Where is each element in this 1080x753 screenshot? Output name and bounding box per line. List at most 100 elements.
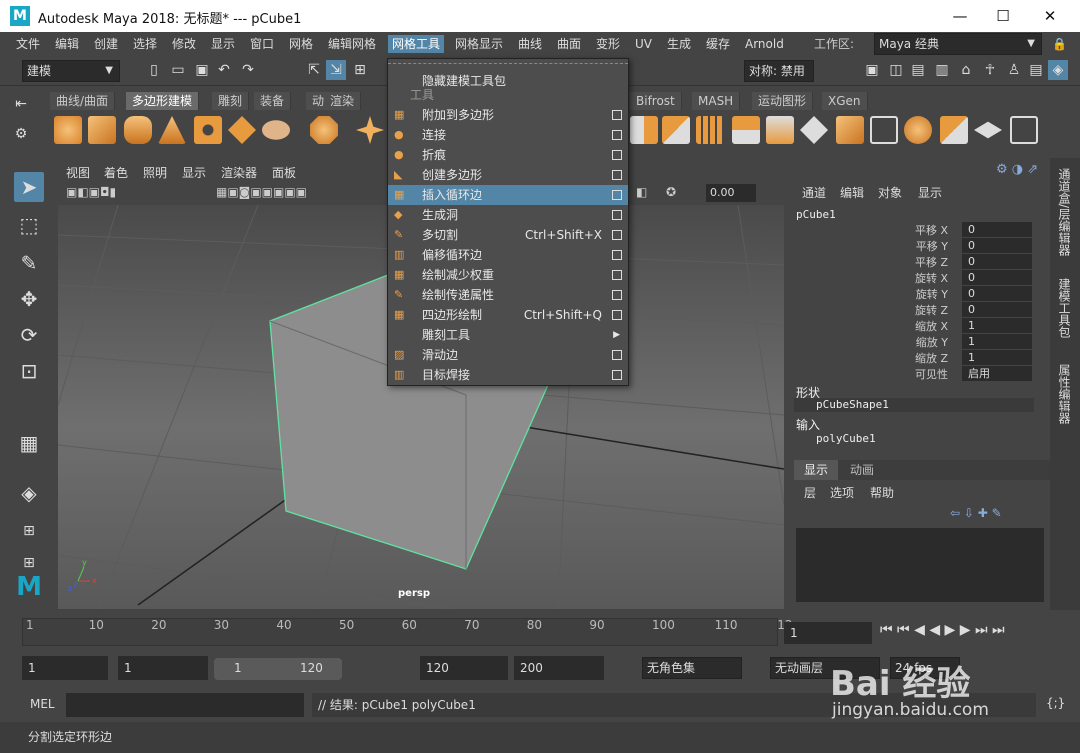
cb-shape-node[interactable]: pCubeShape1 (794, 398, 1034, 412)
vp-menu-renderer[interactable]: 渲染器 (221, 164, 257, 181)
exposure-field[interactable]: 0.00 (706, 184, 756, 202)
option-box-icon[interactable] (612, 190, 622, 200)
layout-grid-icon[interactable]: ⊞ (14, 516, 44, 546)
camera-attrs-icon[interactable]: ▣◧▣◘▮ (66, 185, 116, 199)
menu-deform[interactable]: 变形 (596, 35, 620, 53)
menu-select[interactable]: 选择 (133, 35, 157, 53)
cb-attribute-value[interactable]: 0 (962, 270, 1032, 285)
cb-attribute-row[interactable]: 旋转 Z 0 (790, 302, 1038, 318)
menu-item-10[interactable]: ▦ 四边形绘制 Ctrl+Shift+Q (388, 305, 628, 325)
bridge-icon[interactable] (870, 116, 898, 144)
menu-create[interactable]: 创建 (94, 35, 118, 53)
close-button[interactable]: ✕ (1040, 6, 1060, 26)
menu-item-6[interactable]: ✎ 多切割 Ctrl+Shift+X (388, 225, 628, 245)
menu-item-8[interactable]: ▦ 绘制减少权重 (388, 265, 628, 285)
range-bar[interactable]: 1 120 (214, 658, 342, 680)
script-editor-icon[interactable]: {;} (1046, 696, 1065, 710)
menu-display[interactable]: 显示 (211, 35, 235, 53)
hypershade-icon[interactable]: ⌂ (956, 60, 976, 80)
menu-item-5[interactable]: ◆ 生成洞 (388, 205, 628, 225)
shelf-tab-render[interactable]: 渲染 (324, 92, 362, 110)
cb-attribute-row[interactable]: 旋转 Y 0 (790, 286, 1038, 302)
cb-menu-edit[interactable]: 编辑 (840, 184, 864, 201)
vp-menu-show[interactable]: 显示 (182, 164, 206, 181)
cb-attribute-row[interactable]: 可见性 启用 (790, 366, 1038, 382)
tear-off-handle[interactable] (388, 63, 628, 66)
layer-menu-help[interactable]: 帮助 (870, 484, 894, 501)
cb-attribute-value[interactable]: 0 (962, 254, 1032, 269)
cb-input-node[interactable]: polyCube1 (816, 432, 876, 445)
vp-menu-panels[interactable]: 面板 (272, 164, 296, 181)
side-tab-channelbox[interactable]: 通道盒/层编辑器 (1056, 168, 1073, 256)
poly-cylinder-icon[interactable] (124, 116, 152, 144)
option-box-icon[interactable] (612, 290, 622, 300)
save-scene-icon[interactable]: ▣ (192, 60, 212, 80)
playback-end-field[interactable]: 120 (420, 656, 508, 680)
option-box-icon[interactable] (612, 310, 622, 320)
anim-end-field[interactable]: 200 (514, 656, 604, 680)
layer-buttons-icon[interactable]: ⇦ ⇩ ✚ ✎ (950, 506, 1002, 520)
poly-sphere-icon[interactable] (54, 116, 82, 144)
render-frame-icon[interactable]: ◫ (886, 60, 906, 80)
menu-window[interactable]: 窗口 (250, 35, 274, 53)
redo-icon[interactable]: ↷ (238, 60, 258, 80)
vp-menu-lighting[interactable]: 照明 (143, 164, 167, 181)
option-box-icon[interactable] (612, 230, 622, 240)
option-box-icon[interactable] (612, 270, 622, 280)
cb-attribute-row[interactable]: 平移 Z 0 (790, 254, 1038, 270)
center-pivot-icon[interactable] (1010, 116, 1038, 144)
menu-surfaces[interactable]: 曲面 (557, 35, 581, 53)
cb-attribute-value[interactable]: 1 (962, 334, 1032, 349)
symmetry-dropdown[interactable]: 对称: 禁用 (744, 60, 814, 82)
menu-item-12[interactable]: ▨ 滑动边 (388, 345, 628, 365)
layer-tab-anim[interactable]: 动画 (840, 460, 884, 480)
maximize-button[interactable]: ☐ (993, 6, 1013, 26)
cb-menu-channels[interactable]: 通道 (802, 184, 826, 201)
layer-tab-display[interactable]: 显示 (794, 460, 838, 480)
exposure-icon[interactable]: ◧ (636, 185, 647, 199)
open-scene-icon[interactable]: ▭ (168, 60, 188, 80)
menu-mesh[interactable]: 网格 (289, 35, 313, 53)
cb-attribute-value[interactable]: 1 (962, 350, 1032, 365)
layout-four-icon[interactable]: ◈ (14, 478, 44, 508)
combine-icon[interactable] (630, 116, 658, 144)
menu-arnold[interactable]: Arnold (745, 35, 784, 53)
shelf-tab-rig[interactable]: 装备 (254, 92, 292, 110)
cb-attribute-value[interactable]: 0 (962, 302, 1032, 317)
mirror-icon[interactable] (766, 116, 794, 144)
current-frame-field[interactable]: 1 (784, 622, 872, 644)
attribute-editor-icon[interactable]: ▤ (1026, 60, 1046, 80)
paint-select-icon[interactable]: ✎ (14, 248, 44, 278)
command-language[interactable]: MEL (30, 697, 55, 711)
boolean-icon[interactable] (732, 116, 760, 144)
option-box-icon[interactable] (612, 350, 622, 360)
vp-menu-shading[interactable]: 着色 (104, 164, 128, 181)
select-tool-icon[interactable]: ➤ (14, 172, 44, 202)
option-box-icon[interactable] (612, 130, 622, 140)
gamma-icon[interactable]: ✪ (666, 185, 676, 199)
channel-box-tools-icon[interactable]: ⚙ ◑ ⇗ (996, 162, 1038, 177)
time-slider[interactable]: 110203040506070809010011012 1 ⏮ ⏮ ◀ ◀ ▶ … (0, 614, 1080, 650)
menu-file[interactable]: 文件 (16, 35, 40, 53)
ipr-render-icon[interactable]: ▤ (908, 60, 928, 80)
menu-item-3[interactable]: ◣ 创建多边形 (388, 165, 628, 185)
playback-controls-icon[interactable]: ⏮ ⏮ ◀ ◀ ▶ ▶ ⏭ ⏭ (880, 622, 1005, 638)
menu-item-7[interactable]: ▥ 偏移循环边 (388, 245, 628, 265)
poke-icon[interactable] (904, 116, 932, 144)
shelf-tab-poly[interactable]: 多边形建模 (126, 92, 200, 110)
shelf-settings-gear-icon[interactable]: ⇤ ⚙ (4, 90, 38, 150)
select-by-hierarchy-icon[interactable]: ⇱ (304, 60, 324, 80)
move-tool-icon[interactable]: ✥ (14, 284, 44, 314)
command-input[interactable] (66, 693, 304, 717)
layer-menu-layers[interactable]: 层 (804, 484, 816, 501)
cb-attribute-row[interactable]: 缩放 Z 1 (790, 350, 1038, 366)
menu-item-9[interactable]: ✎ 绘制传递属性 (388, 285, 628, 305)
menu-generate[interactable]: 生成 (667, 35, 691, 53)
cb-menu-show[interactable]: 显示 (918, 184, 942, 201)
smooth-icon[interactable] (696, 116, 724, 144)
menu-item-11[interactable]: 雕刻工具 ▶ (388, 325, 628, 345)
character-set-dropdown[interactable]: 无角色集 (642, 657, 742, 679)
menu-edit[interactable]: 编辑 (55, 35, 79, 53)
wedge-icon[interactable] (940, 116, 968, 144)
option-box-icon[interactable] (612, 110, 622, 120)
